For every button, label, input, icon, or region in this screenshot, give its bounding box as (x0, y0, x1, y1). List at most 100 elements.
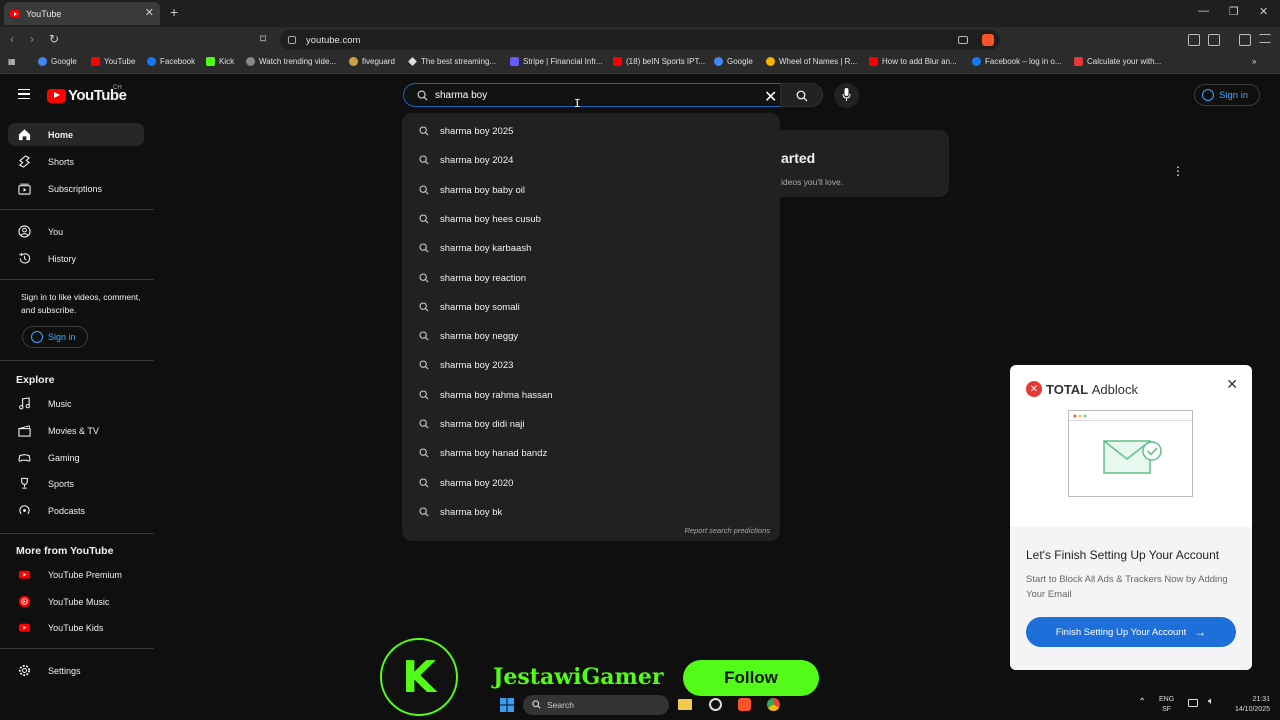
apps-grid-icon[interactable]: ▦ (8, 57, 16, 66)
youtube-logo[interactable]: YouTube CH (47, 85, 127, 104)
bookmark-item[interactable]: Stripe | Financial Infr... (510, 57, 602, 66)
address-text: youtube.com (306, 34, 361, 46)
search-suggestion[interactable]: sharma boy baby oil (402, 176, 780, 205)
sidebar-sign-in-button[interactable]: Sign in (22, 326, 88, 348)
menu-icon[interactable] (1259, 34, 1271, 43)
search-suggestion[interactable]: sharma boy karbaash (402, 234, 780, 263)
wallet-icon[interactable] (1208, 34, 1220, 46)
minimize-icon[interactable]: — (1198, 5, 1209, 17)
chrome-icon[interactable] (767, 698, 780, 711)
search-suggestion[interactable]: sharma boy 2024 (402, 146, 780, 175)
wheel-icon (766, 57, 775, 66)
clear-search-icon[interactable]: ✕ (764, 87, 777, 107)
sidebar-item-sports[interactable]: Sports (8, 472, 144, 495)
forward-icon[interactable]: › (30, 32, 34, 46)
bookmark-item[interactable]: How to add Blur an... (869, 57, 957, 66)
tab-close-icon[interactable]: ✕ (145, 6, 154, 19)
show-hidden-icons-icon[interactable]: ⌃ (1138, 698, 1146, 708)
sidebar-item-youtube-music[interactable]: YouTube Music (8, 590, 144, 613)
search-suggestion[interactable]: sharma boy rahma hassan (402, 381, 780, 410)
volume-icon[interactable]: 🔈︎ (1208, 697, 1214, 707)
tab-strip: YouTube ✕ + — ❐ ✕ (0, 0, 1280, 27)
language-indicator[interactable]: ENG SF (1159, 695, 1174, 715)
search-suggestion[interactable]: sharma boy 2020 (402, 469, 780, 498)
search-suggestion[interactable]: sharma boy hanad bandz (402, 439, 780, 468)
more-options-icon[interactable]: ⋮ (1172, 164, 1184, 178)
bookmark-item[interactable]: (18) beIN Sports IPT... (613, 57, 705, 66)
search-suggestion[interactable]: sharma boy reaction (402, 264, 780, 293)
search-icon (419, 390, 429, 400)
settings-app-icon[interactable] (709, 698, 722, 711)
bookmark-item[interactable]: Google (38, 57, 77, 66)
video-icon (246, 57, 255, 66)
sidebar-item-music[interactable]: Music (8, 392, 144, 415)
finish-setup-button[interactable]: Finish Setting Up Your Account → (1026, 617, 1236, 647)
sidebar-item-youtube-premium[interactable]: YouTube Premium (8, 563, 144, 586)
close-popup-icon[interactable]: ✕ (1226, 376, 1238, 393)
voice-search-button[interactable] (834, 83, 859, 108)
search-suggestion[interactable]: sharma boy 2025 (402, 117, 780, 146)
clock[interactable]: 21:31 14/10/2025 (1218, 695, 1270, 715)
windows-start-icon[interactable] (500, 698, 514, 712)
bookmark-item[interactable]: The best streaming... (408, 57, 496, 66)
search-suggestion[interactable]: sharma boy somali (402, 293, 780, 322)
report-search-predictions-link[interactable]: Report search predictions (685, 526, 770, 535)
sidebar-item-movies[interactable]: Movies & TV (8, 419, 144, 442)
adblock-logo: ✕ TOTAL Adblock (1026, 381, 1138, 397)
extensions-icon[interactable] (1188, 34, 1200, 46)
restore-icon[interactable]: ❐ (1229, 5, 1239, 18)
bookmark-item[interactable]: YouTube (91, 57, 135, 66)
brave-browser-icon[interactable] (738, 698, 751, 711)
reload-icon[interactable]: ↻ (49, 32, 59, 46)
brave-shield-icon[interactable] (982, 34, 994, 46)
suggestion-text: sharma boy 2020 (440, 477, 514, 489)
sidebar-item-home[interactable]: Home (8, 123, 144, 146)
bookmark-item[interactable]: Facebook (147, 57, 195, 66)
sidebar-item-youtube-kids[interactable]: YouTube Kids (8, 616, 144, 639)
sidebar-item-history[interactable]: History (8, 247, 144, 270)
search-suggestion[interactable]: sharma boy bk (402, 498, 780, 527)
new-tab-button[interactable]: + (170, 4, 178, 20)
search-button[interactable] (780, 83, 823, 107)
tab-youtube[interactable]: YouTube ✕ (4, 2, 160, 25)
bookmark-item[interactable]: Wheel of Names | R... (766, 57, 857, 66)
gamepad-icon (18, 454, 31, 462)
site-info-icon[interactable] (288, 36, 296, 44)
guide-menu-icon[interactable] (18, 89, 30, 99)
bookmark-item[interactable]: fiveguard (349, 57, 395, 66)
suggestion-text: sharma boy bk (440, 506, 503, 518)
sidebar-item-subscriptions[interactable]: Subscriptions (8, 177, 144, 200)
search-suggestion[interactable]: sharma boy hees cusub (402, 205, 780, 234)
calculator-icon (1074, 57, 1083, 66)
search-suggestion[interactable]: sharma boy neggy (402, 322, 780, 351)
sign-in-button[interactable]: Sign in (1194, 84, 1260, 106)
window-close-icon[interactable]: ✕ (1259, 5, 1268, 18)
sidebar-item-shorts[interactable]: Shorts (8, 150, 144, 173)
sidebar-divider (0, 533, 154, 534)
taskbar-search[interactable]: Search (523, 695, 669, 715)
history-icon (19, 252, 31, 264)
person-icon (31, 331, 43, 343)
address-bar[interactable]: youtube.com (280, 30, 1000, 50)
sidebar-item-you[interactable]: You (8, 220, 144, 243)
sidebar-toggle-icon[interactable] (1239, 34, 1251, 46)
search-icon (796, 90, 808, 102)
back-icon[interactable]: ‹ (10, 32, 14, 46)
bookmark-item[interactable]: Facebook – log in o... (972, 57, 1062, 66)
bookmark-item[interactable]: Kick (206, 57, 234, 66)
bookmark-item[interactable]: Google (714, 57, 753, 66)
more-bookmarks-icon[interactable]: » (1252, 57, 1256, 66)
search-input[interactable]: sharma boy ✕ (403, 83, 781, 107)
sidebar-item-gaming[interactable]: Gaming (8, 446, 144, 469)
bookmark-item[interactable]: Watch trending vide... (246, 57, 336, 66)
sidebar-item-podcasts[interactable]: Podcasts (8, 499, 144, 522)
file-explorer-icon[interactable] (678, 699, 692, 710)
bookmark-item[interactable]: Calculate your with... (1074, 57, 1161, 66)
search-suggestion[interactable]: sharma boy didi naji (402, 410, 780, 439)
diamond-icon (408, 57, 417, 66)
search-suggestion[interactable]: sharma boy 2023 (402, 351, 780, 380)
cast-icon[interactable] (958, 36, 968, 44)
network-icon[interactable] (1188, 699, 1198, 707)
sidebar-item-settings[interactable]: Settings (8, 659, 144, 682)
bookmark-icon[interactable]: ⌑ (260, 32, 266, 46)
